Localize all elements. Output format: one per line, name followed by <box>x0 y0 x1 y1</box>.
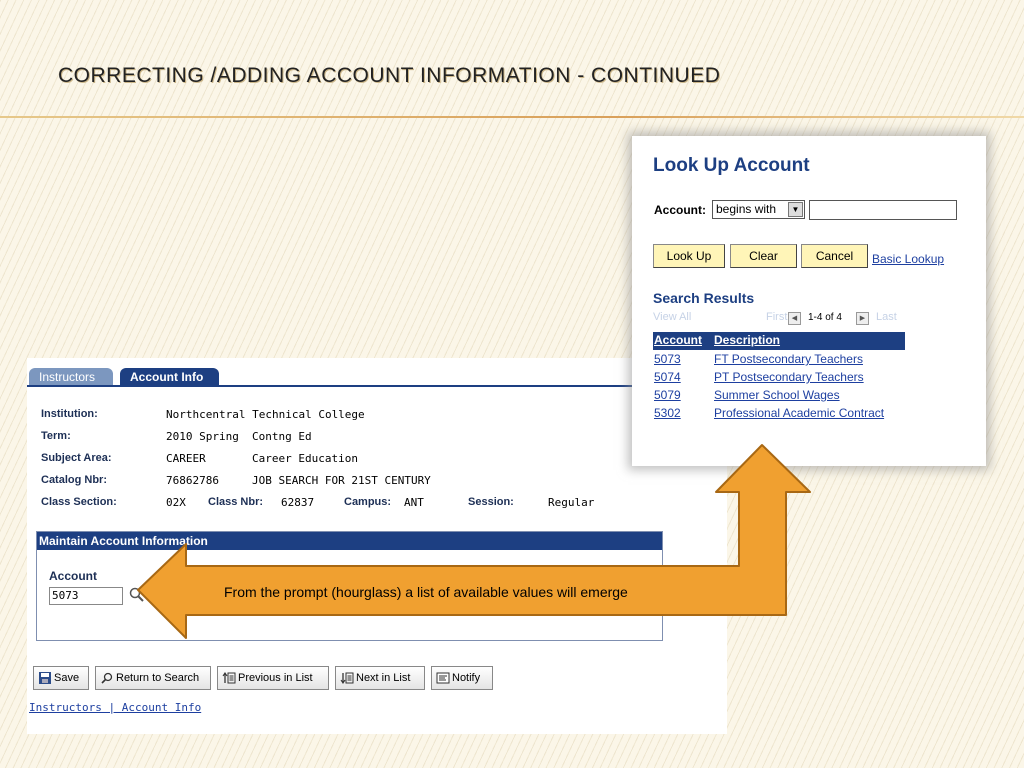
arrow-shape <box>137 444 811 639</box>
callout-arrows <box>137 444 811 639</box>
callout-text: From the prompt (hourglass) a list of av… <box>224 584 628 600</box>
